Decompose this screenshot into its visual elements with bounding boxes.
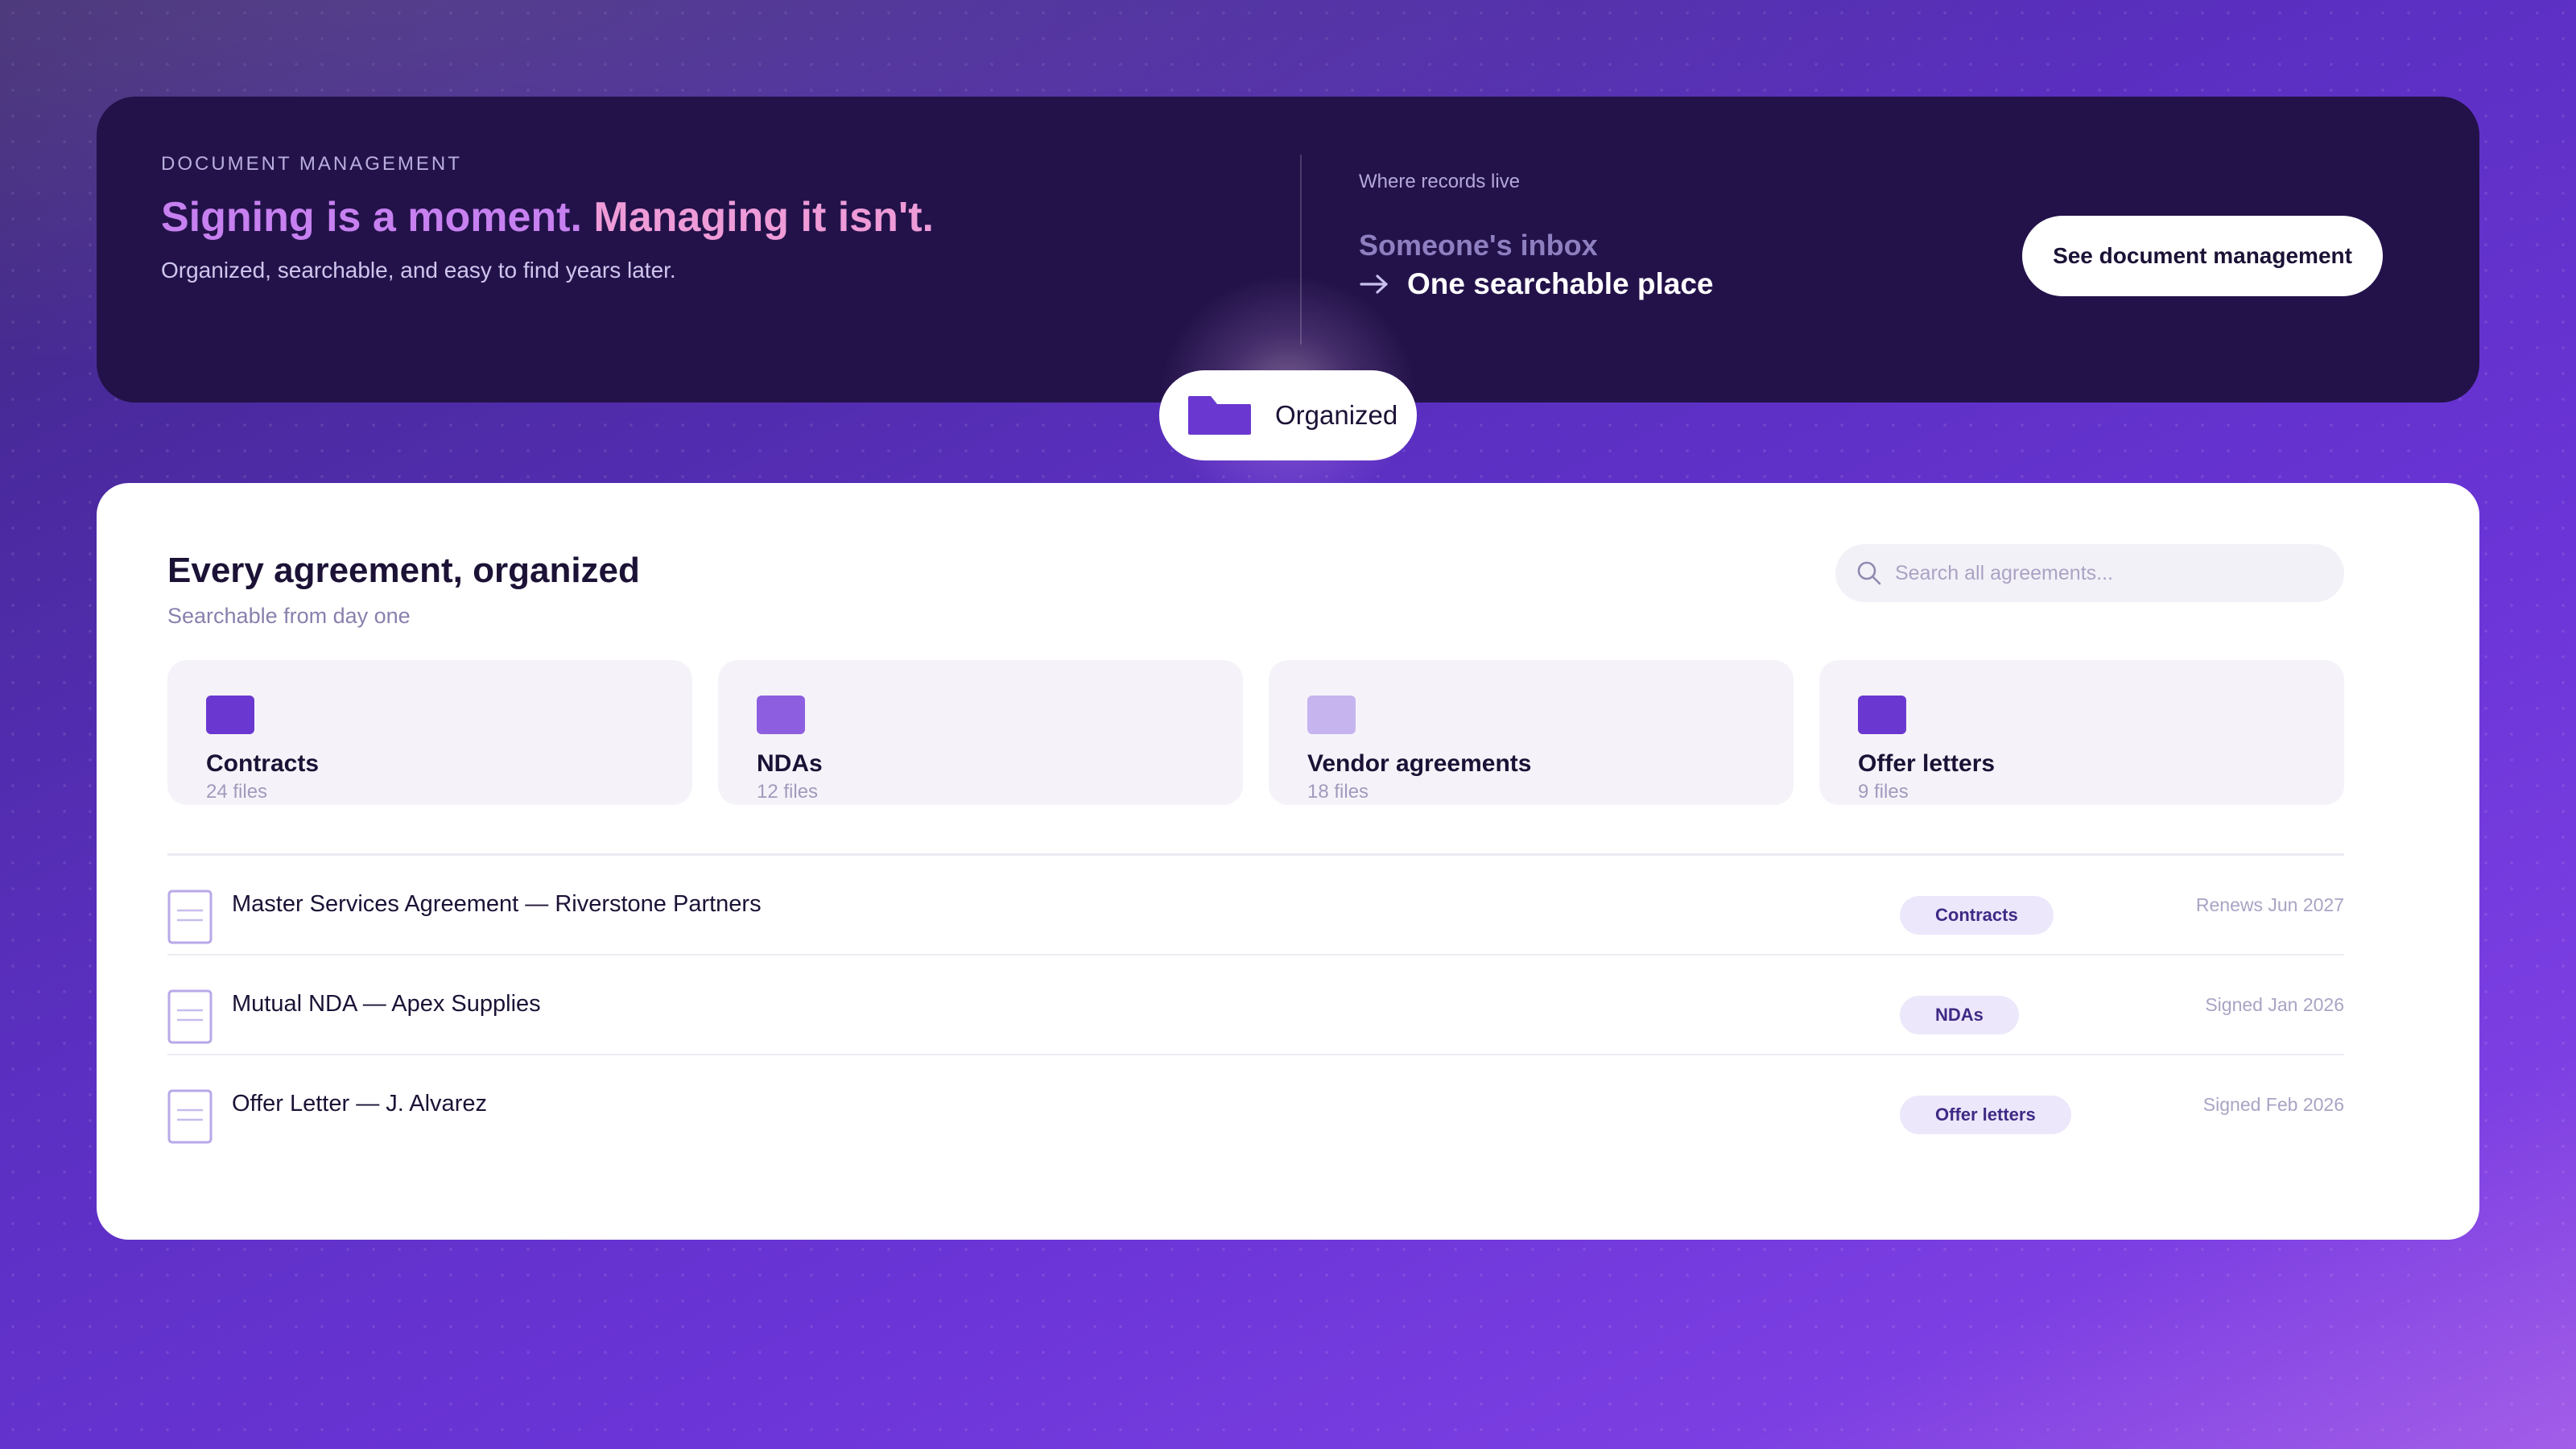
organized-pill: Organized (1159, 370, 1417, 460)
category-count: 18 files (1307, 781, 1369, 803)
organized-pill-label: Organized (1275, 400, 1398, 430)
category-count: 24 files (206, 781, 268, 803)
panel-subtitle: Searchable from day one (167, 604, 411, 628)
folder-icon (206, 696, 254, 734)
category-card-vendor-agreements[interactable]: Vendor agreements 18 files (1269, 660, 1794, 805)
hero-eyebrow: DOCUMENT MANAGEMENT (161, 153, 462, 175)
document-row[interactable]: Mutual NDA — Apex Supplies NDAs Signed J… (167, 956, 2344, 1055)
category-card-ndas[interactable]: NDAs 12 files (718, 660, 1243, 805)
records-new-location: One searchable place (1359, 267, 1713, 301)
category-name: Offer letters (1858, 750, 1996, 777)
document-icon (167, 1089, 213, 1144)
document-date: Signed Feb 2026 (2202, 1094, 2344, 1115)
folder-icon (1187, 394, 1253, 436)
search-input[interactable] (1895, 561, 2330, 585)
category-badge: NDAs (1900, 996, 2019, 1034)
document-list: Master Services Agreement — Riverstone P… (167, 853, 2344, 1155)
records-new-text: One searchable place (1407, 267, 1714, 300)
document-title: Mutual NDA — Apex Supplies (232, 991, 541, 1017)
hero-divider (1300, 155, 1302, 345)
panel-title: Every agreement, organized (167, 551, 640, 590)
document-row[interactable]: Master Services Agreement — Riverstone P… (167, 856, 2344, 956)
category-card-contracts[interactable]: Contracts 24 files (167, 660, 692, 805)
category-name: NDAs (757, 750, 823, 777)
see-document-management-button[interactable]: See document management (2022, 216, 2383, 296)
hero-title-part1: Signing is a moment. (161, 194, 582, 241)
document-date: Signed Jan 2026 (2205, 994, 2344, 1015)
search-box[interactable] (1835, 544, 2344, 602)
document-icon (167, 989, 213, 1044)
category-name: Vendor agreements (1307, 750, 1532, 777)
arrow-right-icon (1359, 272, 1391, 296)
document-row[interactable]: Offer Letter — J. Alvarez Offer letters … (167, 1055, 2344, 1155)
category-badge: Contracts (1900, 896, 2054, 935)
category-count: 12 files (757, 781, 819, 803)
hero-subtitle: Organized, searchable, and easy to find … (161, 258, 676, 283)
category-card-offer-letters[interactable]: Offer letters 9 files (1819, 660, 2344, 805)
category-grid: Contracts 24 files NDAs 12 files Vendor … (167, 660, 2344, 805)
document-title: Master Services Agreement — Riverstone P… (232, 891, 762, 917)
records-label: Where records live (1359, 171, 1521, 192)
folder-icon (1858, 696, 1906, 734)
hero-title-part2: Managing it isn't. (593, 194, 934, 241)
records-old-location: Someone's inbox (1359, 229, 1598, 262)
document-title: Offer Letter — J. Alvarez (232, 1091, 487, 1117)
folder-icon (1307, 696, 1356, 734)
folder-icon (757, 696, 805, 734)
hero-title: Signing is a moment. Managing it isn't. (161, 193, 934, 242)
search-icon (1855, 559, 1884, 588)
document-date: Renews Jun 2027 (2195, 894, 2344, 915)
document-icon (167, 890, 213, 944)
category-count: 9 files (1858, 781, 1909, 803)
category-badge: Offer letters (1900, 1096, 2071, 1134)
agreements-panel: Every agreement, organized Searchable fr… (97, 483, 2479, 1240)
category-name: Contracts (206, 750, 320, 777)
hero-banner: DOCUMENT MANAGEMENT Signing is a moment.… (97, 97, 2479, 402)
